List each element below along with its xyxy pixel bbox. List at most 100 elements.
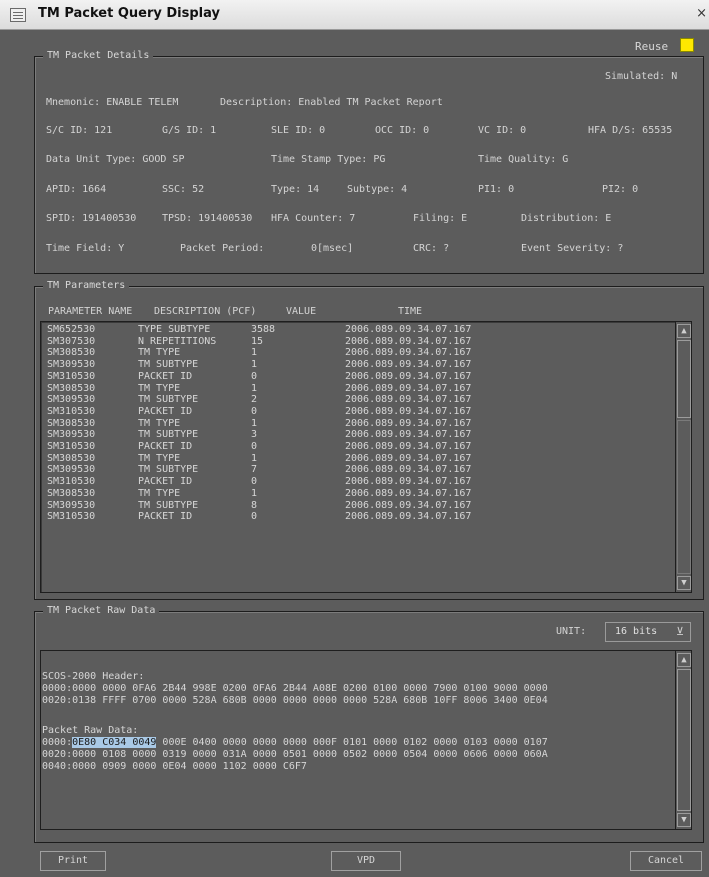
- table-row[interactable]: SM308530 TM TYPE 1 2006.089.09.34.07.167: [41, 488, 671, 499]
- cell-description: PACKET ID: [138, 476, 193, 488]
- column-header-description[interactable]: DESCRIPTION (PCF): [154, 306, 256, 318]
- cell-parameter-name: SM310530: [47, 370, 96, 382]
- cell-description: PACKET ID: [138, 441, 193, 452]
- event-severity-field: Event Severity: ?: [521, 243, 624, 254]
- sc-id-field: S/C ID: 121: [46, 125, 113, 136]
- tm-parameters-label: TM Parameters: [43, 279, 130, 293]
- cell-parameter-name: SM310530: [47, 511, 96, 523]
- cell-value: 1: [251, 487, 258, 499]
- packet-line-rest: 000E 0400 0000 0000 0000 000F 0101 0000 …: [156, 737, 548, 748]
- table-row[interactable]: SM307530 N REPETITIONS 15 2006.089.09.34.07…: [41, 336, 671, 347]
- cell-value: 1: [251, 347, 258, 359]
- time-quality-field: Time Quality: G: [478, 154, 569, 165]
- cell-time: 2006.089.09.34.07.167: [345, 370, 472, 382]
- parameters-scrollbar[interactable]: ▲ ▼: [675, 322, 691, 592]
- pi2-field: PI2: 0: [602, 184, 639, 195]
- subtype-field: Subtype: 4: [347, 184, 408, 195]
- scroll-thumb[interactable]: [677, 340, 691, 418]
- cell-description: TM SUBTYPE: [138, 359, 199, 371]
- cell-value: 15: [251, 335, 264, 347]
- tm-packet-raw-data-label: TM Packet Raw Data: [43, 604, 160, 618]
- pi1-field: PI1: 0: [478, 184, 515, 195]
- scroll-up-icon[interactable]: ▲: [677, 324, 691, 338]
- cell-parameter-name: SM308530: [47, 382, 96, 394]
- cell-description: TM SUBTYPE: [138, 499, 199, 511]
- raw-data-scrollbar[interactable]: ▲ ▼: [675, 651, 691, 829]
- cell-time: 2006.089.09.34.07.167: [345, 394, 472, 406]
- time-field-field: Time Field: Y: [46, 243, 125, 254]
- packet-period-value: 0[msec]: [311, 243, 354, 254]
- cell-time: 2006.089.09.34.07.167: [345, 405, 472, 417]
- window-title: TM Packet Query Display: [38, 6, 220, 21]
- spid-field: SPID: 191400530: [46, 213, 137, 224]
- close-icon[interactable]: ×: [696, 6, 707, 21]
- cell-parameter-name: SM308530: [47, 347, 96, 359]
- scroll-down-icon[interactable]: ▼: [677, 576, 691, 590]
- cell-description: TM TYPE: [138, 382, 181, 394]
- packet-line: 0020:0000 0108 0000 0319 0000 031A 0000 …: [42, 749, 548, 760]
- table-row[interactable]: SM309530 TM SUBTYPE 1 2006.089.09.34.07.167: [41, 359, 671, 370]
- table-row[interactable]: SM310530 PACKET ID 0 2006.089.09.34.07.167: [41, 476, 671, 487]
- column-header-value[interactable]: VALUE: [286, 306, 316, 318]
- cell-parameter-name: SM652530: [47, 324, 96, 335]
- table-row[interactable]: SM309530 TM SUBTYPE 3 2006.089.09.34.07.167: [41, 429, 671, 440]
- cell-description: TM SUBTYPE: [138, 464, 199, 476]
- table-row[interactable]: SM309530 TM SUBTYPE 7 2006.089.09.34.07.167: [41, 464, 671, 475]
- cell-time: 2006.089.09.34.07.167: [345, 511, 472, 523]
- table-row[interactable]: SM308530 TM TYPE 1 2006.089.09.34.07.167: [41, 383, 671, 394]
- table-row[interactable]: SM309530 TM SUBTYPE 8 2006.089.09.34.07.167: [41, 500, 671, 511]
- scos-header-title: SCOS-2000 Header:: [42, 671, 145, 682]
- reuse-toggle[interactable]: [680, 38, 694, 52]
- table-row[interactable]: SM652530 TYPE SUBTYPE 3588 2006.089.09.34.0…: [41, 324, 671, 335]
- cell-value: 2: [251, 394, 258, 406]
- table-row[interactable]: SM310530 PACKET ID 0 2006.089.09.34.07.167: [41, 406, 671, 417]
- simulated-field: Simulated: N: [605, 71, 678, 82]
- column-header-parameter-name[interactable]: PARAMETER NAME: [48, 306, 132, 318]
- selected-text[interactable]: 0E80 C034 0049: [72, 737, 157, 748]
- scroll-thumb[interactable]: [677, 669, 691, 811]
- cell-parameter-name: SM309530: [47, 464, 96, 476]
- crc-field: CRC: ?: [413, 243, 450, 254]
- cell-time: 2006.089.09.34.07.167: [345, 359, 472, 371]
- cell-description: N REPETITIONS: [138, 335, 217, 347]
- table-row[interactable]: SM308530 TM TYPE 1 2006.089.09.34.07.167: [41, 453, 671, 464]
- table-row[interactable]: SM310530 PACKET ID 0 2006.089.09.34.07.167: [41, 441, 671, 452]
- cell-parameter-name: SM309530: [47, 359, 96, 371]
- title-bar: TM Packet Query Display ×: [0, 0, 709, 30]
- cell-parameter-name: SM307530: [47, 335, 96, 347]
- cell-parameter-name: SM310530: [47, 441, 96, 452]
- column-header-time[interactable]: TIME: [398, 306, 422, 318]
- scos-line: 0000:0000 0000 0FA6 2B44 998E 0200 0FA6 …: [42, 683, 548, 694]
- cell-time: 2006.089.09.34.07.167: [345, 324, 472, 335]
- distribution-field: Distribution: E: [521, 213, 612, 224]
- raw-data-textarea[interactable]: SCOS-2000 Header: 0000:0000 0000 0FA6 2B…: [40, 650, 692, 830]
- cell-value: 1: [251, 452, 258, 464]
- cell-value: 0: [251, 370, 258, 382]
- vpd-button[interactable]: VPD: [331, 851, 401, 871]
- cell-time: 2006.089.09.34.07.167: [345, 476, 472, 488]
- cell-value: 7: [251, 464, 258, 476]
- type-field: Type: 14: [271, 184, 320, 195]
- table-row[interactable]: SM309530 TM SUBTYPE 2 2006.089.09.34.07.167: [41, 394, 671, 405]
- window-menu-icon[interactable]: [10, 8, 26, 22]
- unit-dropdown[interactable]: 16 bits ⊻: [605, 622, 691, 642]
- table-row[interactable]: SM308530 TM TYPE 1 2006.089.09.34.07.167: [41, 418, 671, 429]
- cell-description: TYPE SUBTYPE: [138, 324, 211, 335]
- print-button[interactable]: Print: [40, 851, 106, 871]
- cell-value: 0: [251, 441, 258, 452]
- table-row[interactable]: SM310530 PACKET ID 0 2006.089.09.34.07.167: [41, 371, 671, 382]
- cell-value: 0: [251, 511, 258, 523]
- cancel-button[interactable]: Cancel: [630, 851, 702, 871]
- packet-raw-title: Packet Raw Data:: [42, 725, 139, 736]
- cell-description: TM TYPE: [138, 417, 181, 429]
- packet-period-label: Packet Period:: [180, 243, 265, 254]
- mnemonic-field: Mnemonic: ENABLE TELEM: [46, 97, 179, 108]
- parameters-table: SM652530 TYPE SUBTYPE 3588 2006.089.09.34.0…: [40, 321, 692, 593]
- cell-time: 2006.089.09.34.07.167: [345, 382, 472, 394]
- table-row[interactable]: SM310530 PACKET ID 0 2006.089.09.34.07.167: [41, 511, 671, 522]
- cell-time: 2006.089.09.34.07.167: [345, 487, 472, 499]
- scroll-down-icon[interactable]: ▼: [677, 813, 691, 827]
- scroll-up-icon[interactable]: ▲: [677, 653, 691, 667]
- table-row[interactable]: SM308530 TM TYPE 1 2006.089.09.34.07.167: [41, 347, 671, 358]
- scroll-track[interactable]: [677, 420, 691, 574]
